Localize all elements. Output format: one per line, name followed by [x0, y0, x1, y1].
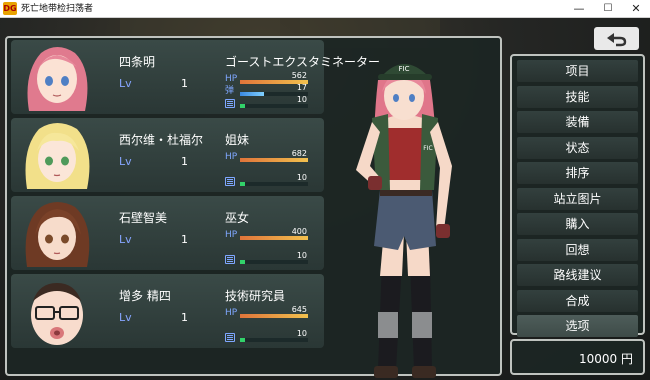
menu-item-standing-picture[interactable]: 站立图片: [517, 187, 638, 210]
maximize-button[interactable]: ☐: [594, 0, 622, 18]
hp-value: 562: [291, 71, 307, 80]
level-value: 1: [181, 311, 188, 324]
menu-item-sort[interactable]: 排序: [517, 162, 638, 184]
level-label: Lv: [119, 155, 132, 168]
app-icon: DG: [3, 2, 17, 15]
back-button[interactable]: [594, 27, 639, 50]
party-member-card[interactable]: 四条明 Lv 1 ゴーストエクスタミネーター HP 562 弹 17 10: [11, 40, 380, 114]
menu-item-purchase[interactable]: 購入: [517, 213, 638, 235]
exp-value: 10: [296, 173, 307, 182]
exp-icon: [225, 99, 235, 108]
hp-label: HP: [225, 74, 238, 84]
window-titlebar: DG 死亡地带检扫荡者 — ☐ ✕: [0, 0, 650, 18]
character-sprite: FIC FIC: [356, 64, 452, 378]
return-arrow-icon: [607, 33, 627, 47]
menu-item-recollection[interactable]: 回想: [517, 238, 638, 261]
exp-bar-fill: [240, 338, 246, 342]
portrait-blonde-hair: [25, 123, 90, 189]
hp-label: HP: [225, 230, 238, 240]
level-label: Lv: [119, 311, 132, 324]
vest-patch-text: FIC: [423, 145, 432, 152]
party-member-card[interactable]: 增多 精四 Lv 1 技術研究員 HP 645 10: [11, 274, 324, 348]
exp-icon: [225, 255, 235, 264]
menu-item-equipment[interactable]: 装備: [517, 111, 638, 133]
hp-stat: HP 645: [225, 305, 325, 319]
portrait-glasses-man: [31, 283, 83, 345]
member-name: 四条明: [119, 55, 156, 69]
hp-value: 400: [291, 227, 307, 236]
gold-panel: 10000 円: [510, 339, 645, 375]
member-name: 西尔维・杜福尔: [119, 133, 204, 147]
level-label: Lv: [119, 233, 132, 246]
exp-bar-fill: [240, 260, 246, 264]
party-member-card[interactable]: 西尔维・杜福尔 Lv 1 姐妹 HP 682 10: [11, 118, 324, 192]
exp-stat: 10: [225, 329, 325, 343]
level-value: 1: [181, 233, 188, 246]
exp-value: 10: [296, 251, 307, 260]
hp-label: HP: [225, 152, 238, 162]
exp-stat: 10: [225, 95, 325, 109]
cap-text: FIC: [399, 65, 410, 73]
exp-value: 10: [296, 95, 307, 104]
exp-icon: [225, 177, 235, 186]
hp-stat: HP 682: [225, 149, 325, 163]
portrait-pink-hair: [27, 47, 88, 111]
close-button[interactable]: ✕: [622, 0, 650, 18]
minimize-button[interactable]: —: [565, 0, 593, 18]
member-name: 增多 精四: [119, 289, 171, 303]
exp-stat: 10: [225, 173, 325, 187]
portrait-brown-hair: [25, 202, 90, 267]
menu-item-synthesis[interactable]: 合成: [517, 289, 638, 312]
level-label: Lv: [119, 77, 132, 90]
exp-icon: [225, 333, 235, 342]
exp-bar-fill: [240, 104, 246, 108]
menu-item-route-advice[interactable]: 路线建议: [517, 264, 638, 286]
hp-stat: HP 562: [225, 71, 325, 85]
menu-item-skills[interactable]: 技能: [517, 85, 638, 108]
level-value: 1: [181, 77, 188, 90]
menu-item-status[interactable]: 状态: [517, 136, 638, 159]
hp-stat: HP 400: [225, 227, 325, 241]
member-class: 技術研究員: [225, 289, 286, 303]
window-title: 死亡地带检扫荡者: [21, 4, 94, 14]
gold-value: 10000 円: [579, 352, 633, 366]
exp-bar-fill: [240, 182, 246, 186]
ammo-stat: 弹 17: [225, 83, 325, 97]
exp-stat: 10: [225, 251, 325, 265]
command-menu: 项目 技能 装備 状态 排序 站立图片 購入 回想 路线建议 合成 选项: [510, 54, 645, 337]
hp-value: 645: [291, 305, 307, 314]
ammo-label: 弹: [225, 86, 235, 96]
party-member-card[interactable]: 石壁智美 Lv 1 巫女 HP 400 10: [11, 196, 324, 270]
ammo-value: 17: [296, 83, 307, 92]
exp-value: 10: [296, 329, 307, 338]
hp-label: HP: [225, 308, 238, 318]
level-value: 1: [181, 155, 188, 168]
menu-item-options[interactable]: 选项: [517, 315, 638, 337]
member-class: 姐妹: [225, 133, 250, 147]
hp-value: 682: [291, 149, 307, 158]
member-name: 石壁智美: [119, 211, 168, 225]
member-class: 巫女: [225, 211, 250, 225]
ammo-bar-fill: [240, 92, 264, 96]
menu-item-items[interactable]: 项目: [517, 60, 638, 82]
